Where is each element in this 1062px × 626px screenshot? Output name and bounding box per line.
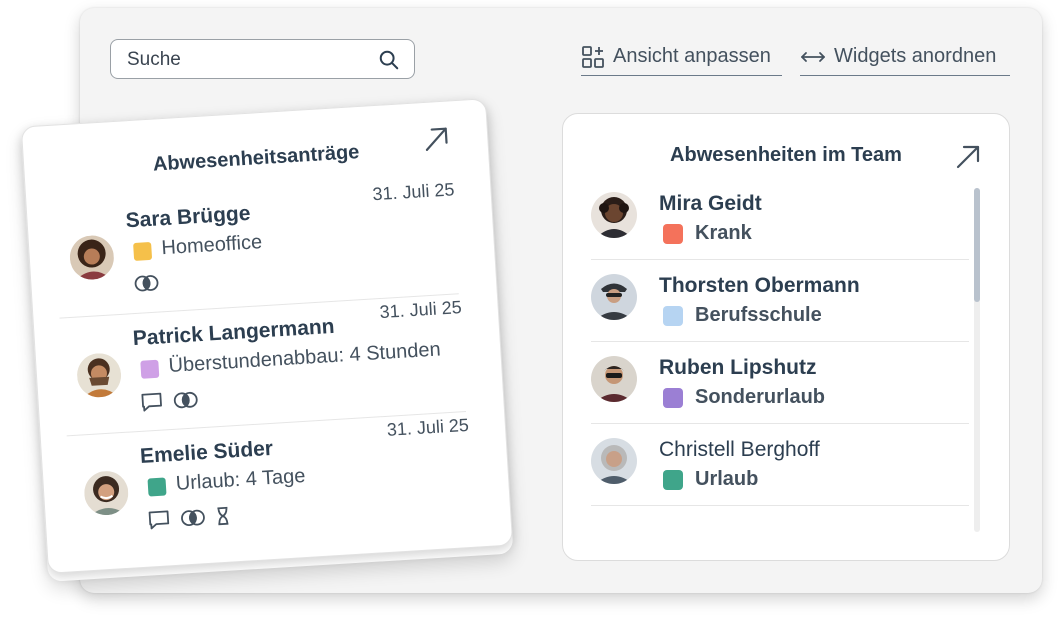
scrollbar[interactable] — [974, 188, 980, 532]
status-color-swatch — [663, 388, 683, 408]
status-color-swatch — [663, 224, 683, 244]
employee-name: Mira Geidt — [659, 192, 762, 215]
request-date: 31. Juli 25 — [386, 414, 470, 440]
team-row[interactable]: Thorsten Obermann Berufsschule — [591, 260, 969, 342]
absence-type: Urlaub: 4 Tage — [175, 464, 307, 495]
compare-icon[interactable] — [133, 273, 160, 293]
expand-arrow-icon[interactable] — [423, 126, 451, 154]
status-color-swatch — [663, 470, 683, 490]
type-color-swatch — [140, 359, 160, 379]
avatar — [591, 274, 637, 320]
compare-icon[interactable] — [179, 508, 206, 528]
compare-icon[interactable] — [172, 390, 199, 410]
scrollbar-thumb[interactable] — [974, 188, 980, 302]
customize-view-button[interactable]: Ansicht anpassen — [581, 42, 782, 76]
employee-name: Ruben Lipshutz — [659, 356, 817, 379]
avatar — [591, 356, 637, 402]
employee-name: Emelie Süder — [139, 436, 274, 468]
status-color-swatch — [663, 306, 683, 326]
search-box[interactable] — [110, 39, 415, 79]
arrange-widgets-button[interactable]: Widgets anordnen — [800, 42, 1010, 76]
type-color-swatch — [147, 477, 167, 497]
team-row[interactable]: Christell Berghoff Urlaub — [591, 424, 969, 506]
team-row[interactable]: Mira Geidt Krank — [591, 178, 969, 260]
absence-status: Krank — [695, 222, 752, 244]
comment-icon[interactable] — [147, 509, 170, 530]
employee-name: Thorsten Obermann — [659, 274, 860, 297]
absence-requests-widget: Abwesenheitsanträge Sara Brügge 31. Juli… — [20, 98, 514, 574]
team-row[interactable]: Ruben Lipshutz Sonderurlaub — [591, 342, 969, 424]
avatar — [68, 234, 116, 281]
comment-icon[interactable] — [140, 392, 163, 413]
absence-status: Berufsschule — [695, 304, 822, 326]
search-input[interactable] — [125, 47, 369, 73]
arrange-widgets-label: Widgets anordnen — [834, 45, 997, 67]
request-row[interactable]: Emelie Süder 31. Juli 25 Urlaub: 4 Tage — [67, 411, 473, 553]
request-date: 31. Juli 25 — [371, 179, 456, 205]
avatar — [82, 469, 130, 517]
absence-status: Sonderurlaub — [695, 386, 826, 408]
arrows-horizontal-icon — [801, 51, 825, 62]
avatar — [591, 192, 637, 238]
team-absences-widget: Abwesenheiten im Team Mira Geidt Krank T… — [562, 113, 1010, 561]
avatar — [591, 438, 637, 484]
customize-view-label: Ansicht anpassen — [613, 45, 771, 67]
widget-title: Abwesenheiten im Team — [670, 144, 902, 166]
hourglass-icon[interactable] — [215, 506, 230, 527]
avatar — [75, 352, 123, 399]
employee-name: Christell Berghoff — [659, 438, 820, 461]
expand-arrow-icon[interactable] — [955, 144, 981, 170]
type-color-swatch — [133, 241, 153, 261]
absence-type: Homeoffice — [160, 231, 263, 260]
search-icon[interactable] — [378, 49, 400, 71]
employee-name: Sara Brügge — [125, 201, 252, 233]
request-date: 31. Juli 25 — [379, 297, 463, 323]
absence-status: Urlaub — [695, 468, 759, 490]
layout-add-icon — [582, 45, 604, 68]
